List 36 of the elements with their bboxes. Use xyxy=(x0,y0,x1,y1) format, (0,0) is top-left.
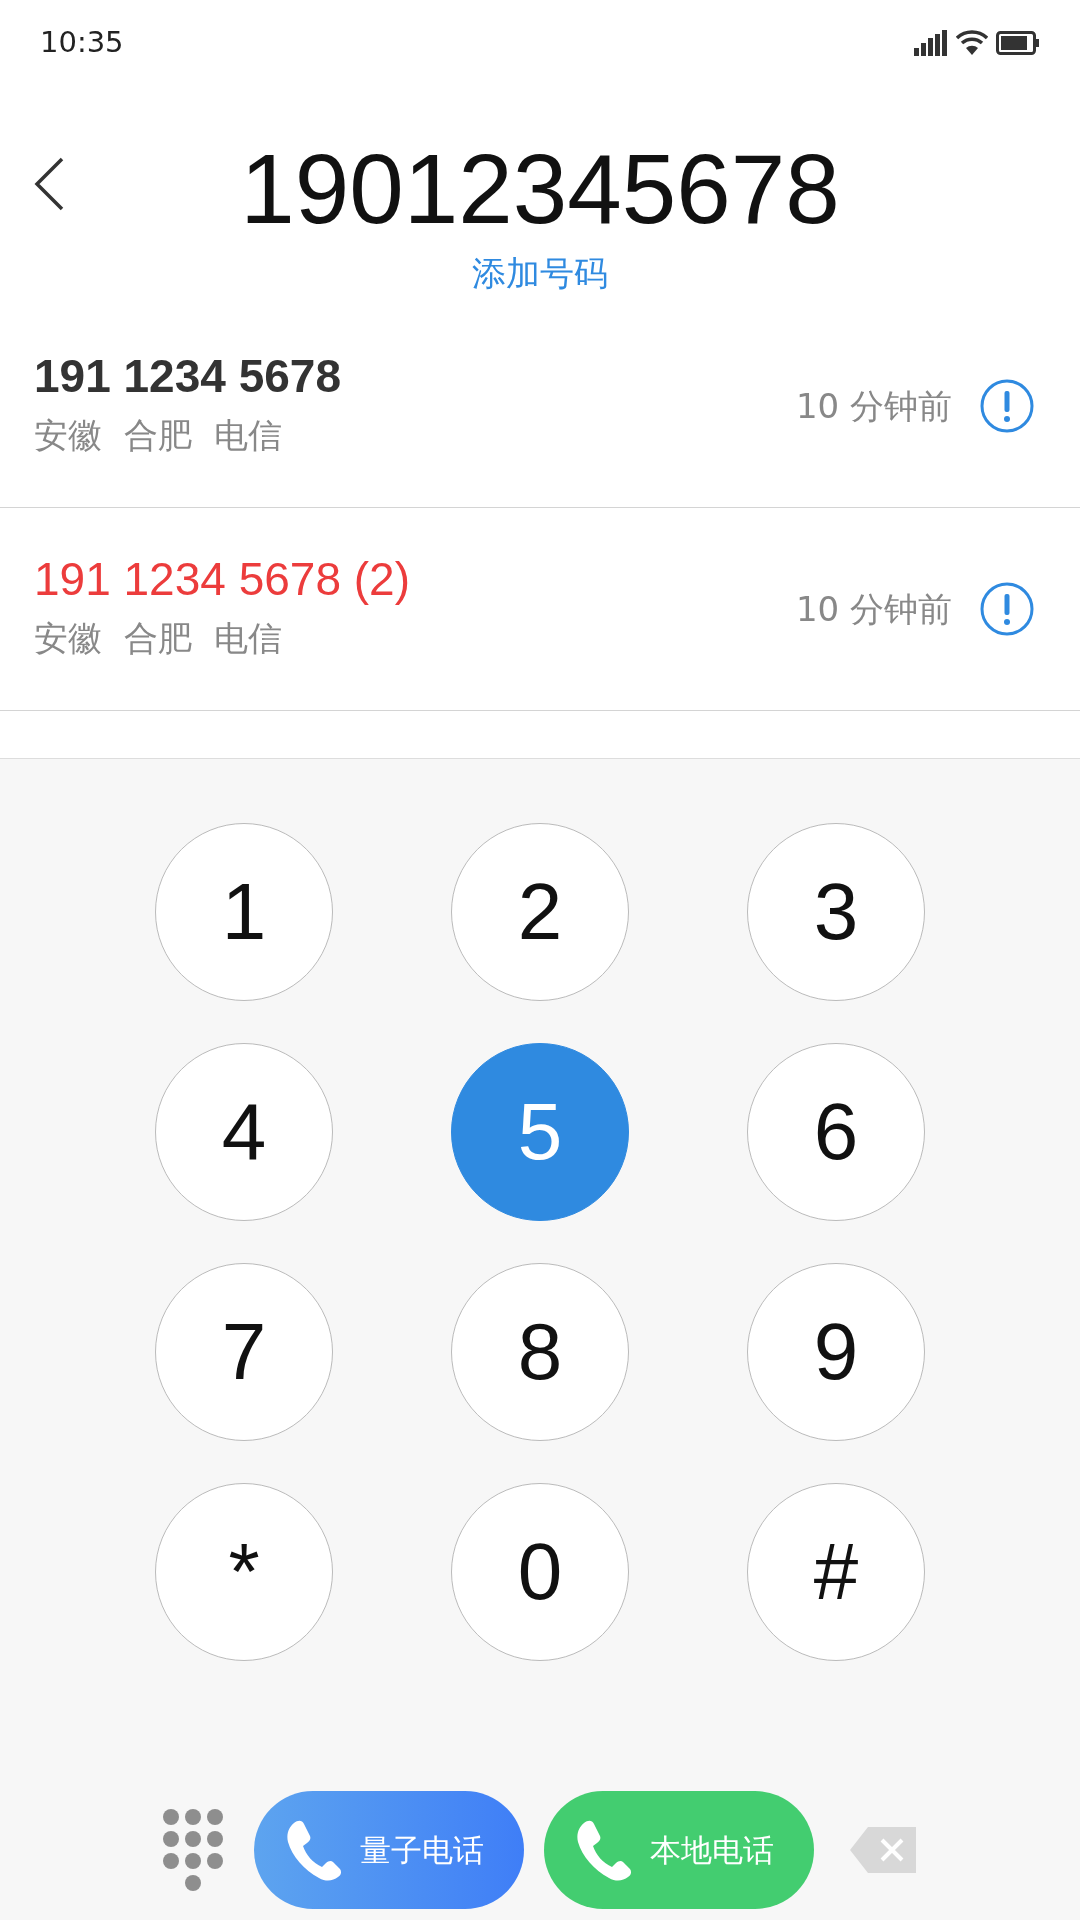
signal-icon xyxy=(914,29,948,56)
dial-key[interactable]: 2 xyxy=(451,823,629,1001)
dial-key[interactable]: 1 xyxy=(155,823,333,1001)
dialpad-icon[interactable] xyxy=(162,1808,224,1892)
dial-key[interactable]: # xyxy=(747,1483,925,1661)
info-icon[interactable] xyxy=(980,379,1034,433)
dial-key[interactable]: 7 xyxy=(155,1263,333,1441)
battery-icon xyxy=(996,30,1040,55)
call-log-row[interactable]: 191 1234 5678 (2) 安徽 合肥 电信 10 分钟前 xyxy=(0,508,1080,711)
call-log-row[interactable]: 191 1234 5678 安徽 合肥 电信 10 分钟前 xyxy=(0,305,1080,508)
location-text: 合肥 xyxy=(124,413,192,457)
add-number-link[interactable]: 添加号码 xyxy=(472,248,608,299)
wifi-icon xyxy=(956,29,988,56)
info-icon[interactable] xyxy=(980,582,1034,636)
back-icon[interactable] xyxy=(34,157,64,211)
status-time: 10:35 xyxy=(40,23,124,61)
dial-key[interactable]: 6 xyxy=(747,1043,925,1221)
dial-key[interactable]: 3 xyxy=(747,823,925,1001)
phone-icon xyxy=(574,1819,632,1881)
location-text: 安徽 xyxy=(34,616,102,660)
call-time: 10 分钟前 xyxy=(795,384,952,428)
dialed-number: 19012345678 xyxy=(240,140,840,238)
dial-key[interactable]: 5 xyxy=(451,1043,629,1221)
dial-key[interactable]: 4 xyxy=(155,1043,333,1221)
location-text: 电信 xyxy=(214,413,282,457)
location-text: 安徽 xyxy=(34,413,102,457)
call-time: 10 分钟前 xyxy=(795,587,952,631)
caller-number: 191 1234 5678 (2) xyxy=(34,554,410,605)
dial-key[interactable]: 8 xyxy=(451,1263,629,1441)
phone-icon xyxy=(284,1819,342,1881)
dial-key[interactable]: 9 xyxy=(747,1263,925,1441)
caller-number: 191 1234 5678 xyxy=(34,351,341,402)
dial-key[interactable]: 0 xyxy=(451,1483,629,1661)
location-text: 电信 xyxy=(214,616,282,660)
dial-key[interactable]: * xyxy=(155,1483,333,1661)
location-text: 合肥 xyxy=(124,616,192,660)
